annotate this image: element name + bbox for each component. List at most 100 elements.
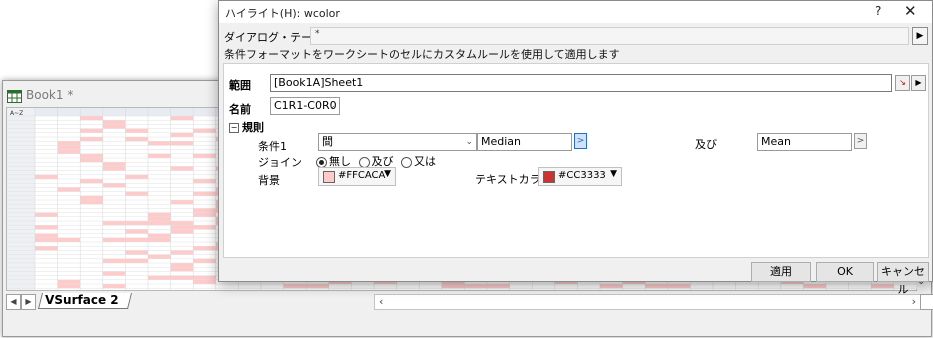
dropdown-arrow-icon: ▼: [610, 169, 617, 179]
condition-select[interactable]: 間 ⌄: [318, 133, 477, 151]
highlighted-cell: [57, 284, 81, 289]
prev-sheet-icon[interactable]: ◀: [6, 294, 21, 310]
highlighted-cell: [871, 284, 894, 289]
highlighted-cell: [170, 250, 194, 255]
close-button[interactable]: ✕: [904, 2, 917, 20]
highlighted-cell: [125, 137, 148, 142]
rules-section-header[interactable]: − 規則: [229, 119, 264, 135]
workbook-icon: [7, 89, 22, 103]
highlighted-cell: [193, 191, 216, 196]
highlighted-cell: [170, 267, 194, 272]
theme-menu-arrow-icon[interactable]: ▶: [912, 27, 928, 45]
highlighted-cell: [102, 221, 126, 226]
highlighted-cell: [193, 225, 216, 230]
highlighted-cell: [487, 284, 510, 289]
sheet-tab-vsurface[interactable]: VSurface 2: [38, 293, 132, 309]
background-label: 背景: [258, 174, 280, 187]
column-header-label: A~Z: [10, 110, 23, 117]
highlighted-cell: [125, 191, 148, 196]
radio-icon[interactable]: [316, 156, 327, 168]
highlighted-cell: [148, 221, 171, 226]
sheet-tab-bar: ◀ ▶ VSurface 2 ‹ ›: [6, 293, 933, 310]
highlighted-cell: [80, 116, 103, 121]
resize-grip-icon[interactable]: [920, 294, 933, 310]
join-option-label: 又は: [414, 155, 436, 168]
name-label: 名前: [229, 103, 251, 116]
name-select[interactable]: C1R1-C0R0 ⌄: [270, 97, 340, 115]
sheet-tab-label: VSurface 2: [45, 293, 119, 307]
ok-button[interactable]: OK: [816, 262, 874, 282]
highlighted-cell: [125, 237, 148, 242]
highlighted-cell: [125, 229, 148, 234]
workbook-title-bar[interactable]: Book1 *: [7, 85, 73, 105]
highlighted-cell: [170, 141, 194, 146]
highlighted-cell: [464, 284, 487, 289]
highlighted-cell: [125, 221, 148, 226]
apply-button[interactable]: 適用: [751, 262, 811, 282]
horizontal-scrollbar[interactable]: ‹ ›: [374, 294, 921, 310]
highlighted-cell: [80, 137, 103, 142]
workbook-title: Book1 *: [26, 88, 74, 102]
range-input[interactable]: [Book1A]Sheet1: [270, 74, 892, 92]
highlight-dialog: ハイライト(H): wcolor ? ✕ ダイアログ・テーマ * ▶ 条件フォー…: [218, 0, 933, 296]
highlighted-cell: [148, 233, 171, 238]
highlighted-cell: [125, 250, 148, 255]
value1-menu-icon[interactable]: >: [574, 133, 587, 149]
highlighted-cell: [441, 284, 465, 289]
highlighted-cell: [283, 284, 307, 289]
highlighted-cell: [193, 258, 216, 263]
value1-input[interactable]: Median: [477, 133, 572, 151]
highlighted-cell: [102, 271, 126, 276]
highlighted-cell: [148, 275, 171, 280]
highlighted-cell: [57, 141, 81, 146]
background-color-picker[interactable]: #FFCACA ▼: [318, 167, 396, 186]
highlighted-cell: [35, 237, 58, 242]
highlighted-cell: [80, 195, 103, 200]
text-color-picker[interactable]: #CC3333 ▼: [538, 167, 622, 186]
value2-menu-icon[interactable]: >: [854, 133, 867, 149]
radio-icon[interactable]: [401, 156, 412, 168]
dialog-title-bar[interactable]: ハイライト(H): wcolor ? ✕: [219, 1, 932, 23]
highlighted-cell: [80, 179, 103, 184]
highlighted-cell: [667, 284, 691, 289]
dropdown-arrow-icon: ▼: [384, 169, 391, 179]
value2-input[interactable]: Mean: [757, 133, 852, 151]
highlighted-cell: [102, 284, 126, 289]
highlighted-cell: [35, 233, 58, 238]
rules-label: 規則: [242, 121, 264, 134]
help-button[interactable]: ?: [875, 4, 881, 18]
scroll-right-icon[interactable]: ›: [912, 295, 916, 309]
highlighted-cell: [125, 174, 148, 179]
dialog-theme-label: ダイアログ・テーマ: [224, 31, 323, 44]
highlighted-cell: [80, 128, 103, 133]
highlighted-cell: [170, 275, 194, 280]
background-color-name: #FFCACA: [338, 170, 386, 181]
highlighted-cell: [125, 258, 148, 263]
range-select-icon[interactable]: ↘: [895, 75, 910, 91]
highlighted-cell: [170, 263, 194, 268]
highlighted-cell: [102, 162, 126, 167]
chevron-down-icon: ⌄: [465, 137, 473, 147]
scroll-left-icon[interactable]: ‹: [379, 295, 383, 309]
next-sheet-icon[interactable]: ▶: [21, 294, 36, 310]
collapse-icon[interactable]: −: [229, 123, 239, 133]
highlighted-cell: [102, 120, 126, 125]
highlighted-cell: [102, 183, 126, 188]
highlighted-cell: [148, 216, 171, 221]
dialog-theme-select[interactable]: *: [310, 27, 909, 45]
highlighted-cell: [645, 284, 668, 289]
dialog-title: ハイライト(H): wcolor: [225, 7, 340, 20]
join-option-or[interactable]: 又は: [401, 153, 436, 169]
highlighted-cell: [57, 279, 81, 284]
background-swatch: [323, 171, 335, 183]
range-menu-arrow-icon[interactable]: ▶: [911, 75, 926, 91]
highlighted-cell: [80, 158, 103, 163]
highlighted-cell: [170, 221, 194, 226]
highlighted-cell: [148, 153, 171, 158]
highlighted-cell: [193, 212, 216, 217]
highlighted-cell: [148, 254, 171, 259]
radio-icon[interactable]: [358, 156, 370, 168]
highlighted-cell: [193, 208, 216, 213]
highlighted-cell: [80, 200, 103, 205]
cancel-button[interactable]: キャンセル: [877, 262, 929, 296]
